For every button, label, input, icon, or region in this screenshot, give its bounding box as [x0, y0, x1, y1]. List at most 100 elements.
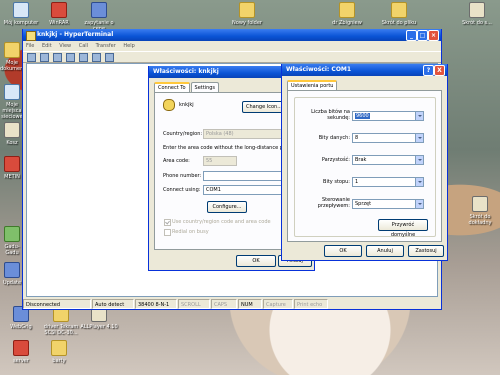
parity-label: Parzystość:	[321, 157, 350, 163]
call-icon[interactable]	[52, 53, 62, 62]
menu-help[interactable]: Help	[123, 43, 134, 49]
desktop-icon-gadu[interactable]: Gadu-Gadu	[0, 226, 24, 256]
network-icon	[4, 84, 20, 100]
new-icon[interactable]	[27, 53, 36, 62]
restore-defaults-button[interactable]: Przywróć domyślne	[378, 219, 428, 238]
update-icon	[4, 262, 20, 278]
status-num: NUM	[238, 299, 262, 309]
desktop-icon-metin[interactable]: METIN	[0, 156, 24, 180]
folder-icon	[4, 42, 20, 58]
parity-select[interactable]: Brak	[352, 155, 424, 165]
document-icon	[91, 2, 107, 18]
menu-call[interactable]: Call	[79, 43, 88, 49]
area-code-input[interactable]: 55	[203, 156, 237, 166]
cancel-button[interactable]: Anuluj	[366, 245, 404, 257]
use-country-checkbox[interactable]	[164, 219, 171, 226]
desktop-icon-dr-zbigniew[interactable]: dr Zbigniew	[326, 2, 368, 26]
menu-transfer[interactable]: Transfer	[96, 43, 116, 49]
flow-control-label: Sterowanie przepływem:	[317, 197, 350, 209]
help-button[interactable]: ?	[423, 65, 434, 76]
minimize-button[interactable]: _	[406, 30, 417, 41]
chevron-down-icon[interactable]	[415, 156, 423, 164]
ok-button[interactable]: OK	[236, 255, 276, 267]
menu-edit[interactable]: Edit	[42, 43, 52, 49]
chevron-down-icon[interactable]	[415, 134, 423, 142]
folder-icon	[339, 2, 355, 18]
desktop-icon-zapytanie[interactable]: zapytanie o cenę	[78, 2, 120, 32]
shortcut-icon	[472, 196, 488, 212]
desktop-icon-moje-miejsca[interactable]: Moje miejsca sieciowe	[0, 84, 24, 120]
configure-button[interactable]: Configure...	[207, 201, 247, 213]
desktop-icon-barty[interactable]: barty	[38, 340, 80, 364]
folder-icon	[239, 2, 255, 18]
desktop-icon-kosz[interactable]: Kosz	[0, 122, 24, 146]
desktop-icon-moje-dokumenty[interactable]: Moje dokumenty	[0, 42, 28, 72]
desktop-icon-skrot-do-s[interactable]: Skrót do s...	[456, 2, 498, 26]
shortcut-icon	[469, 2, 485, 18]
ok-button[interactable]: OK	[324, 245, 362, 257]
data-bits-select[interactable]: 8	[352, 133, 424, 143]
recycle-bin-icon	[4, 122, 20, 138]
use-country-label: Use country/region code and area code	[172, 219, 271, 225]
desktop-icon-nowy-folder[interactable]: Nowy folder	[226, 2, 268, 26]
disconnect-icon[interactable]	[65, 53, 75, 62]
hyperterminal-icon	[26, 31, 36, 41]
properties-knkjkj-title: Właściwości: knkjkj	[153, 68, 219, 75]
stop-bits-label: Bity stopu:	[323, 179, 350, 185]
menu-file[interactable]: File	[26, 43, 34, 49]
maximize-button[interactable]: □	[417, 30, 428, 41]
bits-per-second-select[interactable]: 9600	[352, 111, 424, 121]
change-icon-button[interactable]: Change Icon...	[242, 101, 286, 113]
status-print-echo: Print echo	[294, 299, 328, 309]
toolbar	[23, 51, 441, 63]
desktop-icon-moj-komputer[interactable]: Mój komputer	[0, 2, 42, 26]
bits-per-second-label: Liczba bitów na sekundę:	[311, 109, 350, 121]
status-scroll: SCROLL	[178, 299, 210, 309]
connect-using-label: Connect using:	[163, 187, 201, 193]
game-icon	[4, 156, 20, 172]
country-label: Country/region:	[163, 131, 203, 137]
desktop-icon-driver-tekram[interactable]: driver Tekram SCSI DC-30...	[40, 306, 82, 336]
menu-bar: File Edit View Call Transfer Help	[23, 41, 441, 51]
desktop-icon-server[interactable]: server	[0, 340, 42, 364]
redial-label: Redial on busy	[172, 229, 209, 235]
chat-icon	[4, 226, 20, 242]
stop-bits-select[interactable]: 1	[352, 177, 424, 187]
desktop-icon-skrot-do-pliku[interactable]: Skrót do pliku	[378, 2, 420, 26]
flow-control-select[interactable]: Sprzęt	[352, 199, 424, 209]
chevron-down-icon[interactable]	[415, 178, 423, 186]
properties-icon[interactable]	[104, 53, 114, 62]
receive-icon[interactable]	[91, 53, 101, 62]
send-icon[interactable]	[78, 53, 88, 62]
server-icon	[13, 340, 29, 356]
phone-label: Phone number:	[163, 173, 202, 179]
connection-name: knkjkj	[179, 102, 194, 108]
properties-com1-titlebar[interactable]: Właściwości: COM1 ? X	[282, 64, 447, 76]
port-settings-panel: Liczba bitów na sekundę: 9600 Bity danyc…	[287, 90, 442, 242]
close-button[interactable]: X	[434, 65, 445, 76]
folder-icon	[51, 340, 67, 356]
apply-button[interactable]: Zastosuj	[408, 245, 444, 257]
chevron-down-icon[interactable]	[415, 112, 423, 120]
status-settings: 38400 8-N-1	[135, 299, 177, 309]
winrar-icon	[51, 2, 67, 18]
connection-icon	[163, 99, 175, 111]
hyperterminal-title: knkjkj - HyperTerminal	[37, 31, 114, 38]
open-icon[interactable]	[39, 53, 49, 62]
menu-view[interactable]: View	[59, 43, 71, 49]
desktop-icon-update[interactable]: Update	[0, 262, 24, 286]
status-caps: CAPS	[211, 299, 237, 309]
folder-shortcut-icon	[391, 2, 407, 18]
computer-icon	[13, 2, 29, 18]
status-detect: Auto detect	[92, 299, 134, 309]
redial-checkbox[interactable]	[164, 229, 171, 236]
connect-using-select[interactable]: COM1	[203, 185, 291, 195]
status-capture: Capture	[263, 299, 293, 309]
chevron-down-icon[interactable]	[415, 200, 423, 208]
desktop-icon-winrar[interactable]: WinRAR	[38, 2, 80, 26]
close-button[interactable]: ×	[428, 30, 439, 41]
hyperterminal-titlebar[interactable]: knkjkj - HyperTerminal _ □ ×	[23, 29, 441, 41]
phone-input[interactable]	[203, 171, 291, 181]
desktop-icon-skrot[interactable]: Skrót do dokładny	[462, 196, 498, 226]
country-select[interactable]: Polska (48)	[203, 129, 285, 139]
